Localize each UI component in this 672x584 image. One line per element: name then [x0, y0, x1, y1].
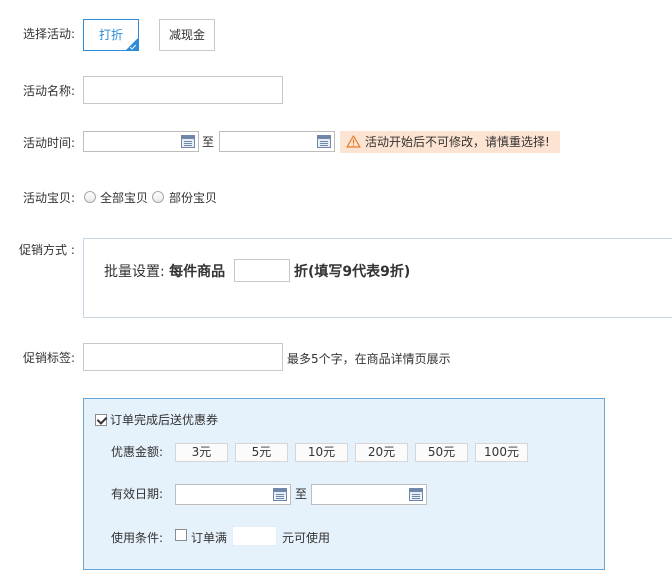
- batch-setting-row: 批量设置: 每件商品: [104, 263, 225, 281]
- coupon-condition-checkbox[interactable]: [175, 529, 187, 541]
- calendar-icon[interactable]: [273, 488, 287, 501]
- calendar-icon[interactable]: [181, 135, 195, 148]
- coupon-amount-50[interactable]: 50元: [415, 443, 468, 462]
- cash-off-option-button[interactable]: 减现金: [159, 19, 215, 51]
- coupon-valid-end-date[interactable]: [311, 484, 427, 505]
- promo-method-box: 批量设置: 每件商品 折(填写9代表9折): [83, 238, 672, 318]
- coupon-title[interactable]: 订单完成后送优惠券: [110, 412, 218, 428]
- promo-tag-input[interactable]: [83, 343, 283, 371]
- time-warning-banner: 活动开始后不可修改，请慎重选择!: [340, 131, 560, 153]
- partial-items-radio[interactable]: [152, 191, 164, 203]
- activity-items-label: 活动宝贝:: [23, 191, 76, 205]
- time-warning-text: 活动开始后不可修改，请慎重选择!: [365, 135, 550, 149]
- calendar-icon[interactable]: [317, 135, 331, 148]
- partial-items-label[interactable]: 部份宝贝: [169, 190, 217, 206]
- warning-triangle-icon: [346, 135, 361, 148]
- discount-hint-text: 折(填写9代表9折): [294, 264, 411, 280]
- all-items-label[interactable]: 全部宝贝: [100, 190, 148, 206]
- coupon-valid-start-date[interactable]: [175, 484, 291, 505]
- all-items-radio[interactable]: [84, 191, 96, 203]
- calendar-icon[interactable]: [409, 488, 423, 501]
- discount-option-label: 打折: [98, 28, 123, 42]
- batch-setting-label: 批量设置:: [104, 264, 165, 280]
- activity-time-label: 活动时间:: [23, 136, 76, 150]
- coupon-amount-label: 优惠金额:: [111, 445, 164, 459]
- coupon-amount-100[interactable]: 100元: [475, 443, 528, 462]
- promo-tag-label: 促销标签:: [23, 351, 76, 365]
- coupon-amount-10[interactable]: 10元: [295, 443, 348, 462]
- coupon-enable-checkbox[interactable]: [95, 414, 107, 426]
- coupon-date-separator: 至: [295, 487, 308, 501]
- activity-select-label: 选择活动:: [23, 27, 76, 41]
- cash-off-option-label: 减现金: [168, 28, 205, 42]
- promo-tag-hint: 最多5个字，在商品详情页展示: [287, 352, 451, 366]
- coupon-amount-5[interactable]: 5元: [235, 443, 288, 462]
- date-separator: 至: [202, 135, 215, 149]
- coupon-amount-20[interactable]: 20元: [355, 443, 408, 462]
- activity-name-label: 活动名称:: [23, 84, 76, 98]
- coupon-panel: 订单完成后送优惠券 优惠金额: 3元 5元 10元 20元 50元 100元 有…: [83, 398, 605, 570]
- discount-option-button[interactable]: 打折: [83, 19, 139, 51]
- coupon-valid-label: 有效日期:: [111, 487, 164, 501]
- coupon-condition-prefix: 订单满: [191, 531, 228, 545]
- coupon-amount-3[interactable]: 3元: [175, 443, 228, 462]
- coupon-condition-label: 使用条件:: [111, 531, 164, 545]
- activity-start-date[interactable]: [83, 131, 199, 152]
- coupon-condition-amount-input[interactable]: [232, 526, 277, 546]
- discount-rate-input[interactable]: [234, 259, 290, 282]
- activity-name-input[interactable]: [83, 76, 283, 104]
- promo-method-label: 促销方式 :: [19, 243, 75, 257]
- per-item-text: 每件商品: [169, 264, 226, 280]
- activity-end-date[interactable]: [219, 131, 335, 152]
- coupon-condition-suffix: 元可使用: [282, 531, 331, 545]
